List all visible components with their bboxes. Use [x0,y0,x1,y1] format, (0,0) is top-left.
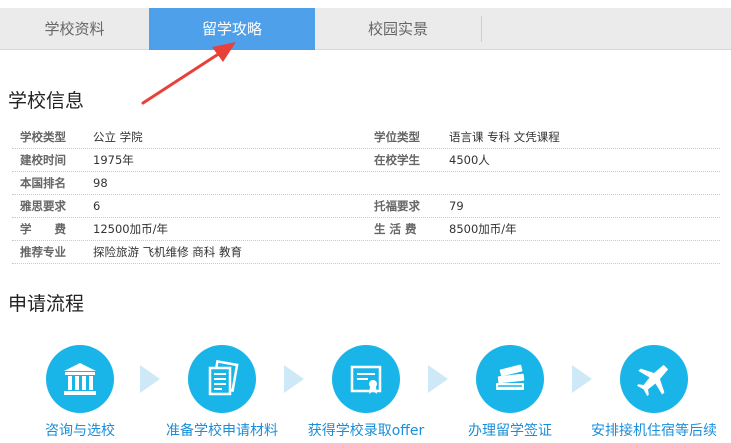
table-row: 学校类型 公立 学院 学位类型 语言课 专科 文凭课程 [12,126,720,149]
step-label: 咨询与选校 [45,423,115,439]
step-label: 获得学校录取offer [307,423,425,439]
table-row: 学 费 12500加币/年 生 活 费 8500加币/年 [12,218,720,241]
process-title: 申请流程 [8,293,85,315]
info-value: 8500加币/年 [449,222,517,236]
info-value: 4500人 [449,153,490,167]
table-row: 雅思要求 6 托福要求 79 [12,195,720,218]
process-step: 咨询与选校 [0,345,160,440]
process-steps: 咨询与选校 准备学校申请材料 获得学校录取offer 办理留学签证 安排接机住宿… [0,345,731,443]
institution-icon [46,345,114,413]
info-label: 学 费 [20,222,66,236]
info-label: 学位类型 [374,130,420,144]
info-label: 本国排名 [20,176,66,190]
process-step: 准备学校申请材料 [142,345,302,440]
info-value: 6 [93,199,101,213]
info-label: 在校学生 [374,153,420,167]
info-label: 雅思要求 [20,199,66,213]
info-value: 12500加币/年 [93,222,168,236]
airplane-icon [620,345,688,413]
info-value: 探险旅游 飞机维修 商科 教育 [93,245,242,259]
info-value: 公立 学院 [93,130,143,144]
school-info-table: 学校类型 公立 学院 学位类型 语言课 专科 文凭课程 建校时间 1975年 在… [12,126,720,264]
process-step: 办理留学签证 [430,345,590,440]
step-label: 办理留学签证 [468,423,552,439]
info-label: 托福要求 [374,199,420,213]
process-step: 获得学校录取offer [286,345,446,440]
info-value: 1975年 [93,153,134,167]
info-value: 98 [93,176,108,190]
info-value: 语言课 专科 文凭课程 [449,130,560,144]
documents-icon [188,345,256,413]
table-row: 推荐专业 探险旅游 飞机维修 商科 教育 [12,241,720,264]
info-value: 79 [449,199,464,213]
process-step: 安排接机住宿等后续 [574,345,731,440]
info-label: 生 活 费 [374,222,417,236]
info-label: 建校时间 [20,153,66,167]
step-label: 准备学校申请材料 [166,423,278,439]
table-row: 建校时间 1975年 在校学生 4500人 [12,149,720,172]
books-icon [476,345,544,413]
certificate-icon [332,345,400,413]
info-label: 推荐专业 [20,245,66,259]
school-info-title: 学校信息 [8,90,85,112]
table-row: 本国排名 98 [12,172,720,195]
info-label: 学校类型 [20,130,66,144]
step-label: 安排接机住宿等后续 [591,423,717,439]
